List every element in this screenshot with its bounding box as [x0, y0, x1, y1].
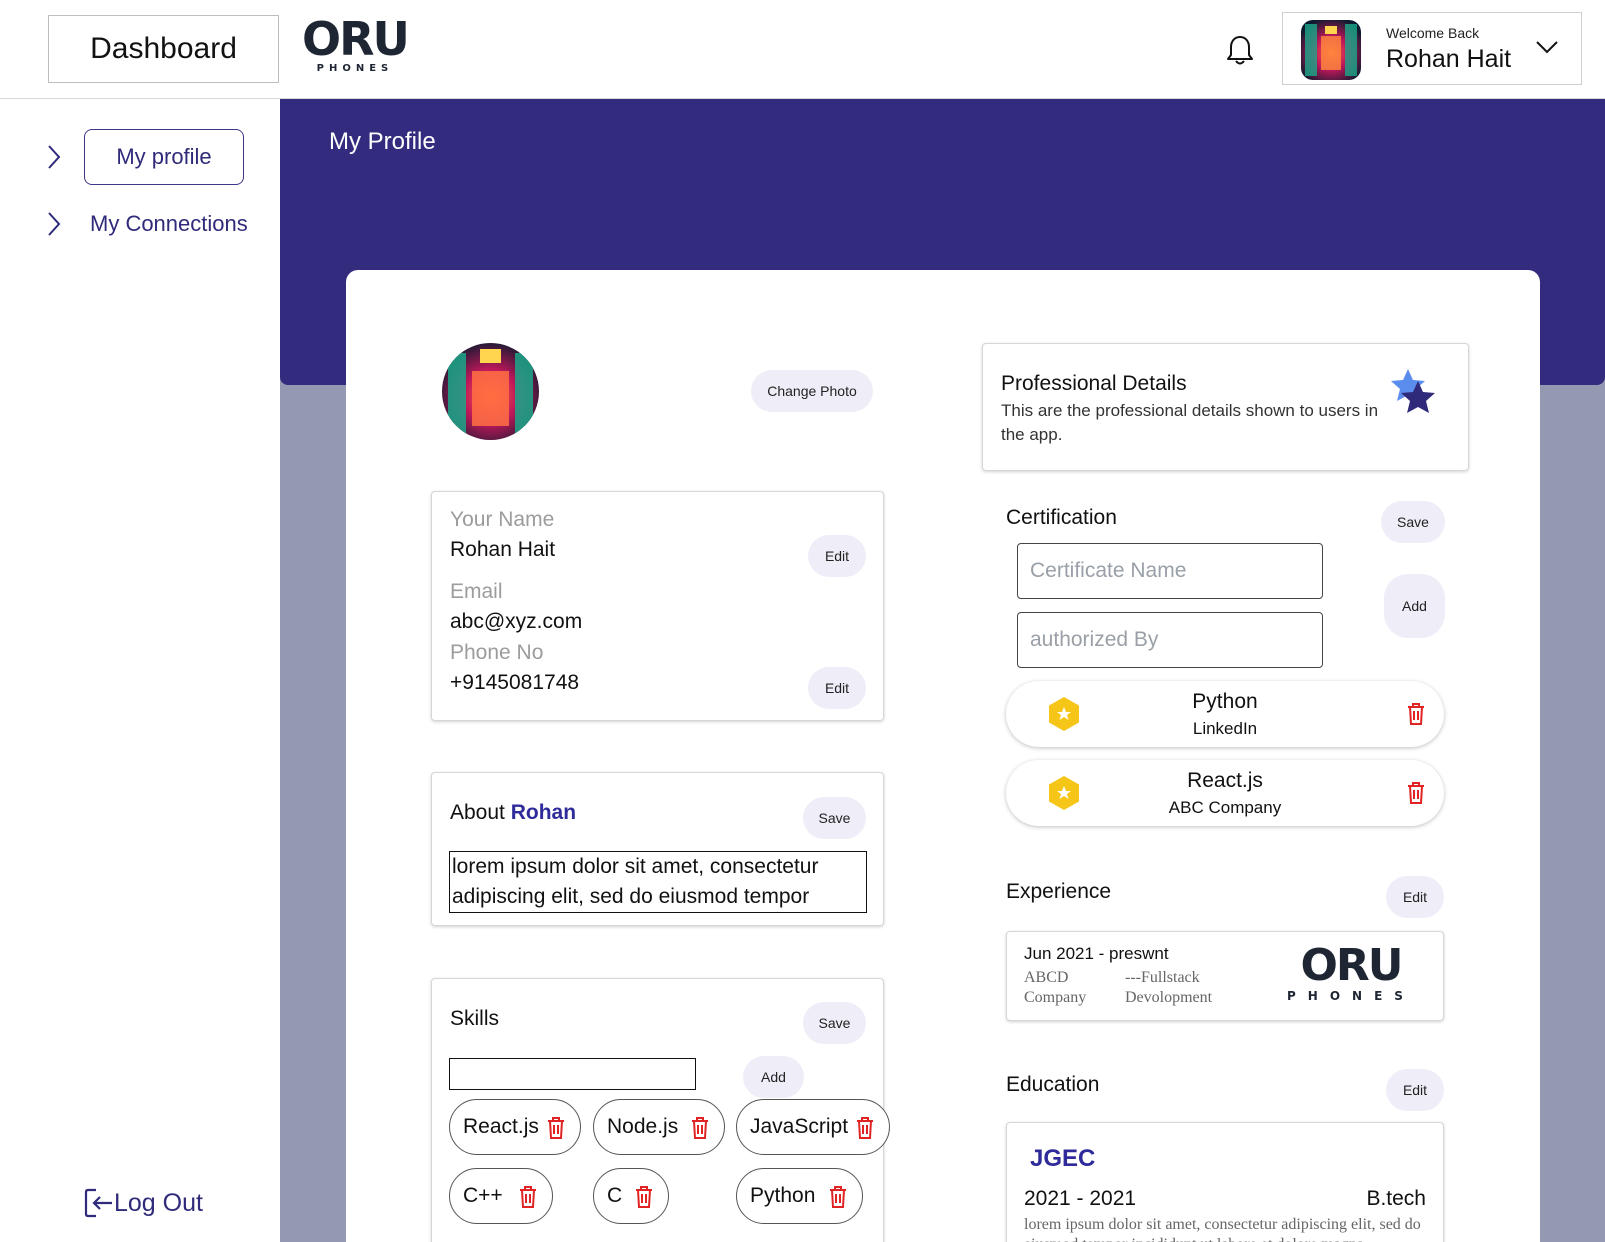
- email-label: Email: [450, 580, 503, 603]
- experience-item: Jun 2021 - preswnt ABCD Company ---Fulls…: [1006, 931, 1444, 1021]
- skill-chip: React.js: [449, 1099, 581, 1155]
- certificate-name: React.js: [1187, 769, 1263, 792]
- certification-title: Certification: [1006, 506, 1117, 529]
- chevron-down-icon[interactable]: [1535, 39, 1559, 55]
- dashboard-title[interactable]: Dashboard: [48, 15, 279, 83]
- skill-label: Python: [750, 1184, 816, 1207]
- experience-role: ---Fullstack Devolopment: [1125, 969, 1213, 1006]
- sidebar-item-my-profile[interactable]: My profile: [84, 129, 244, 185]
- skills-save-button[interactable]: Save: [803, 1002, 866, 1044]
- certificate-item: Python LinkedIn: [1006, 681, 1444, 747]
- company-logo: ORU PHONES: [1287, 940, 1415, 1003]
- professional-description: This are the professional details shown …: [1001, 401, 1379, 444]
- skill-chip: Python: [736, 1168, 863, 1224]
- certificate-issuer: ABC Company: [1168, 798, 1282, 817]
- phone-value: +9145081748: [450, 671, 580, 694]
- certificate-item: React.js ABC Company: [1006, 760, 1444, 826]
- skill-chip: C: [593, 1168, 669, 1224]
- skill-label: React.js: [463, 1115, 539, 1138]
- name-value: Rohan Hait: [450, 538, 556, 561]
- skills-title: Skills: [450, 1007, 500, 1030]
- certificate-authority-input[interactable]: authorized By: [1017, 612, 1323, 668]
- experience-edit-button[interactable]: Edit: [1386, 876, 1444, 918]
- skill-chip: JavaScript: [736, 1099, 890, 1155]
- certificate-name: Python: [1192, 690, 1258, 713]
- chevron-right-icon[interactable]: [47, 211, 61, 237]
- about-title: About Rohan: [450, 801, 577, 824]
- skill-add-button[interactable]: Add: [743, 1056, 804, 1098]
- skill-chip: Node.js: [593, 1099, 725, 1155]
- name-label: Your Name: [450, 508, 555, 531]
- skill-input[interactable]: [449, 1058, 696, 1090]
- trash-icon[interactable]: [855, 1116, 875, 1140]
- trash-icon[interactable]: [1406, 781, 1426, 805]
- trash-icon[interactable]: [828, 1185, 848, 1209]
- education-period: 2021 - 2021: [1024, 1187, 1137, 1210]
- skill-label: Node.js: [607, 1115, 679, 1138]
- logout-label: Log Out: [114, 1188, 203, 1217]
- about-name: Rohan: [510, 801, 577, 824]
- skill-label: C++: [463, 1184, 503, 1207]
- top-header: Dashboard ORU PHONES Welcome Back Rohan …: [0, 0, 1605, 99]
- edit-contact-button[interactable]: Edit: [808, 667, 866, 709]
- star-badge-icon: [1391, 369, 1435, 413]
- certification-save-button[interactable]: Save: [1381, 501, 1445, 543]
- about-textarea[interactable]: lorem ipsum dolor sit amet, consectetur …: [449, 851, 867, 913]
- brand-logo[interactable]: ORU PHONES: [302, 16, 410, 74]
- skill-label: C: [607, 1184, 623, 1207]
- chevron-right-icon[interactable]: [47, 144, 61, 170]
- education-degree: B.tech: [1366, 1187, 1426, 1210]
- skill-label: JavaScript: [750, 1115, 849, 1138]
- sidebar: My profile My Connections Log Out: [0, 99, 280, 1242]
- welcome-text: Welcome Back: [1386, 25, 1480, 41]
- email-value: abc@xyz.com: [450, 610, 583, 633]
- user-name: Rohan Hait: [1386, 45, 1512, 73]
- trash-icon[interactable]: [1406, 702, 1426, 726]
- education-edit-button[interactable]: Edit: [1386, 1069, 1444, 1111]
- sidebar-item-my-connections[interactable]: My Connections: [90, 211, 248, 237]
- certificate-name-input[interactable]: Certificate Name: [1017, 543, 1323, 599]
- education-school: JGEC: [1030, 1145, 1096, 1172]
- logout-button[interactable]: Log Out: [84, 1187, 203, 1219]
- page-title: My Profile: [329, 128, 436, 155]
- education-item: JGEC 2021 - 2021 B.tech lorem ipsum dolo…: [1006, 1122, 1444, 1242]
- logout-icon: [84, 1188, 112, 1218]
- edit-name-button[interactable]: Edit: [808, 535, 866, 577]
- trash-icon[interactable]: [690, 1116, 710, 1140]
- phone-label: Phone No: [450, 641, 544, 664]
- experience-company: ABCD Company: [1024, 969, 1087, 1006]
- about-save-button[interactable]: Save: [803, 797, 866, 839]
- experience-period: Jun 2021 - preswnt: [1024, 944, 1169, 963]
- trash-icon[interactable]: [518, 1185, 538, 1209]
- skill-chip: C++: [449, 1168, 553, 1224]
- experience-title: Experience: [1006, 880, 1112, 903]
- avatar: [1301, 20, 1361, 80]
- certification-add-button[interactable]: Add: [1384, 574, 1445, 638]
- bell-icon[interactable]: [1226, 34, 1254, 66]
- education-description: lorem ipsum dolor sit amet, consectetur …: [1024, 1216, 1421, 1242]
- trash-icon[interactable]: [634, 1185, 654, 1209]
- certificate-issuer: LinkedIn: [1192, 719, 1258, 738]
- professional-title: Professional Details: [1001, 372, 1187, 395]
- change-photo-button[interactable]: Change Photo: [751, 370, 873, 412]
- user-menu[interactable]: Welcome Back Rohan Hait: [1282, 12, 1582, 85]
- profile-photo: [442, 343, 539, 440]
- trash-icon[interactable]: [546, 1116, 566, 1140]
- education-title: Education: [1006, 1073, 1100, 1096]
